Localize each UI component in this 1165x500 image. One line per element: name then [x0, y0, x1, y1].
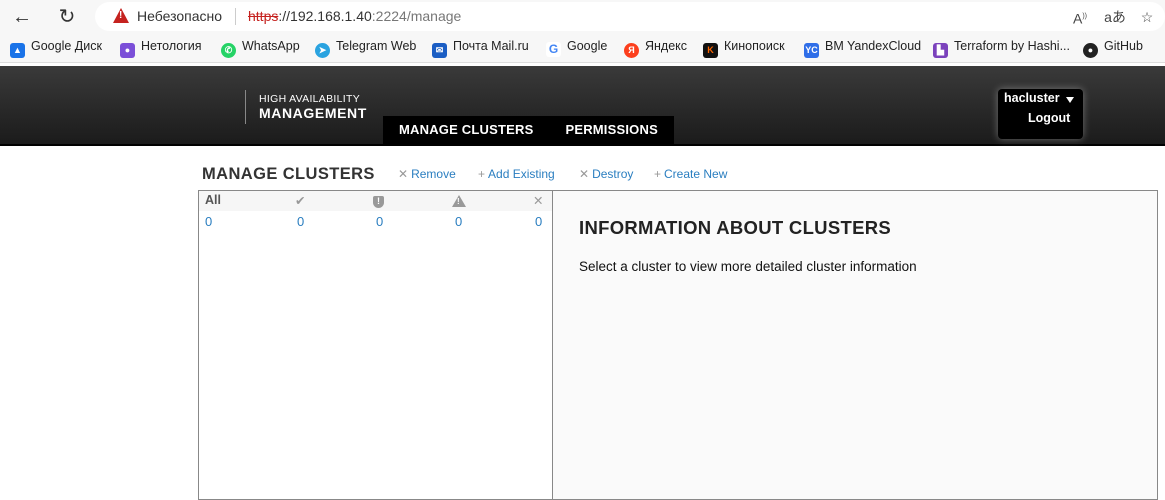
bookmark-label: Terraform by Hashi... [954, 39, 1071, 53]
bookmark-whatsapp[interactable]: ✆ WhatsApp [221, 39, 300, 58]
page-title: MANAGE CLUSTERS [202, 165, 375, 183]
bookmark-label: Почта Mail.ru [453, 39, 529, 53]
count-all[interactable]: 0 [205, 214, 212, 229]
address-bar[interactable]: Небезопасно https://192.168.1.40:2224/ma… [95, 2, 1165, 31]
bookmark-label: WhatsApp [242, 39, 300, 53]
bookmark-label: Нетология [141, 39, 202, 53]
browser-toolbar: ← ↻ Небезопасно https://192.168.1.40:222… [0, 0, 1165, 33]
brand-bottom: MANAGEMENT [259, 105, 367, 121]
bookmark-yandexcloud[interactable]: YC BM YandexCloud [804, 39, 922, 58]
cluster-info-panel: INFORMATION ABOUT CLUSTERS Select a clus… [552, 190, 1158, 500]
brand-logo: HIGH AVAILABILITY MANAGEMENT [245, 90, 367, 124]
url-scheme: https [248, 8, 279, 24]
terraform-icon: ▙ [933, 43, 948, 58]
add-favorite-icon[interactable]: ☆ [1136, 6, 1158, 28]
bookmark-mail[interactable]: ✉ Почта Mail.ru [432, 39, 529, 58]
bookmark-google-drive[interactable]: ▲ Google Диск [10, 39, 102, 58]
bookmark-netology[interactable]: ● Нетология [120, 39, 202, 58]
translate-icon[interactable]: aあ [1104, 6, 1126, 28]
plus-icon: + [478, 167, 486, 181]
info-title: INFORMATION ABOUT CLUSTERS [579, 217, 892, 238]
telegram-icon: ➤ [315, 43, 330, 58]
google-icon: G [546, 42, 561, 57]
nav-manage-clusters[interactable]: MANAGE CLUSTERS [383, 116, 549, 146]
whatsapp-icon: ✆ [221, 43, 236, 58]
bookmark-label: BM YandexCloud [825, 39, 922, 53]
yandex-icon: Я [624, 43, 639, 58]
reload-icon[interactable]: ↻ [54, 4, 80, 30]
bookmark-google[interactable]: G Google [546, 39, 607, 57]
count-warning[interactable]: 0 [455, 214, 462, 229]
add-existing-label: Add Existing [488, 167, 555, 181]
mail-icon: ✉ [432, 43, 447, 58]
yandexcloud-icon: YC [804, 43, 819, 58]
url-host: ://192.168.1.40 [278, 8, 372, 24]
bookmark-github[interactable]: ● GitHub [1083, 39, 1143, 58]
info-text: Select a cluster to view more detailed c… [579, 259, 917, 274]
google-drive-icon: ▲ [10, 43, 25, 58]
count-error[interactable]: 0 [535, 214, 542, 229]
shield-icon[interactable]: ! [373, 193, 384, 208]
username-dropdown[interactable]: hacluster [1004, 91, 1060, 105]
nav-permissions[interactable]: PERMISSIONS [549, 116, 674, 146]
back-arrow-icon[interactable]: ← [9, 4, 35, 30]
cluster-list-header: All ✔ ! ✕ [199, 191, 552, 211]
count-issue[interactable]: 0 [376, 214, 383, 229]
remove-label: Remove [411, 167, 456, 181]
bookmark-label: GitHub [1104, 39, 1143, 53]
bookmark-yandex[interactable]: Я Яндекс [624, 39, 688, 58]
read-aloud-icon[interactable]: A)) [1069, 6, 1091, 28]
bookmark-telegram[interactable]: ➤ Telegram Web [315, 39, 417, 58]
warning-triangle-icon[interactable] [452, 195, 466, 210]
brand-top: HIGH AVAILABILITY [259, 93, 360, 105]
plus-icon: + [654, 167, 662, 181]
bookmark-label: Google Диск [31, 39, 102, 53]
cluster-list-panel: All ✔ ! ✕ 0 0 0 0 0 [198, 190, 553, 500]
filter-all[interactable]: All [205, 193, 221, 207]
main-nav: MANAGE CLUSTERS PERMISSIONS [383, 116, 674, 146]
bookmark-terraform[interactable]: ▙ Terraform by Hashi... [933, 39, 1071, 58]
bookmarks-bar: ▲ Google Диск ● Нетология ✆ WhatsApp ➤ Teleg… [0, 33, 1165, 63]
remove-button[interactable]: ✕ Remove [398, 167, 456, 181]
insecure-label[interactable]: Небезопасно [137, 8, 222, 24]
bookmark-label: Кинопоиск [724, 39, 785, 53]
bookmark-label: Google [567, 39, 608, 53]
bookmark-label: Яндекс [645, 39, 688, 53]
error-x-icon[interactable]: ✕ [533, 193, 543, 208]
netology-icon: ● [120, 43, 135, 58]
destroy-icon: ✕ [579, 167, 590, 181]
count-ok[interactable]: 0 [297, 214, 304, 229]
bookmark-label: Telegram Web [336, 39, 417, 53]
logout-link[interactable]: Logout [1028, 111, 1070, 125]
github-icon: ● [1083, 43, 1098, 58]
add-existing-button[interactable]: + Add Existing [478, 167, 555, 181]
user-menu: hacluster Logout [998, 89, 1083, 139]
create-new-label: Create New [664, 167, 728, 181]
remove-icon: ✕ [398, 167, 409, 181]
kinopoisk-icon: K [703, 43, 718, 58]
bookmark-kinopoisk[interactable]: K Кинопоиск [703, 39, 785, 58]
checkmark-icon[interactable]: ✔ [295, 193, 305, 208]
url-text[interactable]: https://192.168.1.40:2224/manage [248, 8, 461, 24]
warning-icon[interactable] [113, 8, 129, 23]
create-new-button[interactable]: + Create New [654, 167, 727, 181]
url-path: :2224/manage [371, 8, 462, 24]
divider [235, 8, 236, 25]
app-header: HIGH AVAILABILITY MANAGEMENT MANAGE CLUS… [0, 66, 1165, 146]
caret-down-icon[interactable] [1066, 97, 1074, 103]
destroy-button[interactable]: ✕ Destroy [579, 167, 633, 181]
destroy-label: Destroy [592, 167, 634, 181]
